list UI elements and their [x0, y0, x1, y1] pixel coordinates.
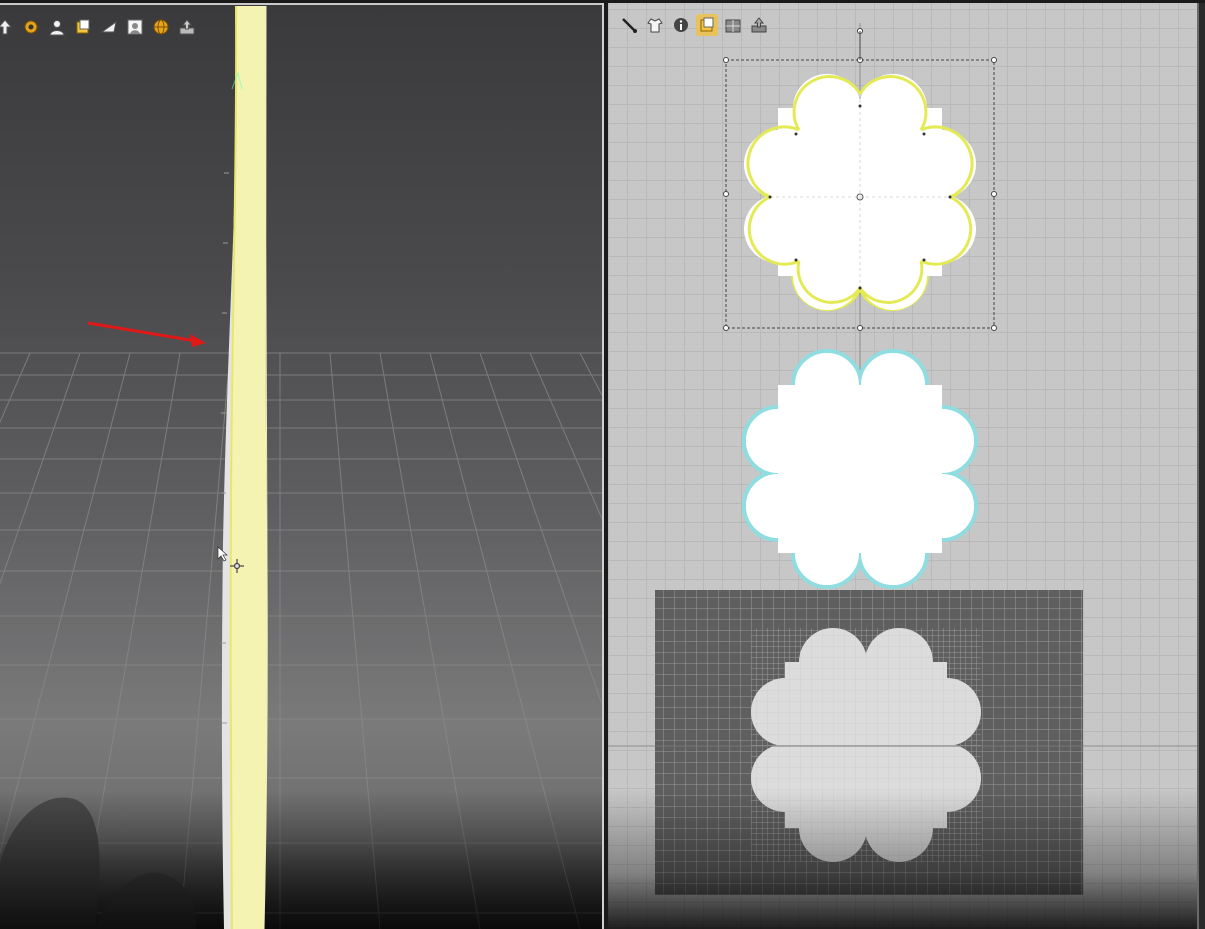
sheet-icon[interactable]: [72, 16, 94, 38]
3d-toolbar: [0, 16, 198, 38]
texture-preview: [655, 590, 1083, 895]
2d-canvas: [608, 23, 1197, 895]
arrow-up-icon[interactable]: [0, 16, 16, 38]
export-icon[interactable]: [748, 14, 770, 36]
avatar-icon[interactable]: [46, 16, 68, 38]
gear-icon[interactable]: [20, 16, 42, 38]
shirt-icon[interactable]: [644, 14, 666, 36]
2d-toolbar: [618, 14, 770, 36]
info-icon[interactable]: [670, 14, 692, 36]
pattern-piece-selected: [744, 74, 976, 311]
brush-icon[interactable]: [618, 14, 640, 36]
window-edge: [1197, 3, 1199, 929]
3d-scene: [0, 3, 602, 929]
export-icon[interactable]: [176, 16, 198, 38]
2d-pattern-window[interactable]: [608, 3, 1197, 929]
sheet-icon[interactable]: [696, 14, 718, 36]
grid-icon[interactable]: [722, 14, 744, 36]
3d-viewport[interactable]: [0, 3, 602, 929]
viewport-divider[interactable]: [602, 3, 604, 929]
globe-icon[interactable]: [150, 16, 172, 38]
pattern-piece: [742, 349, 978, 589]
plane-icon[interactable]: [98, 16, 120, 38]
person-icon[interactable]: [124, 16, 146, 38]
